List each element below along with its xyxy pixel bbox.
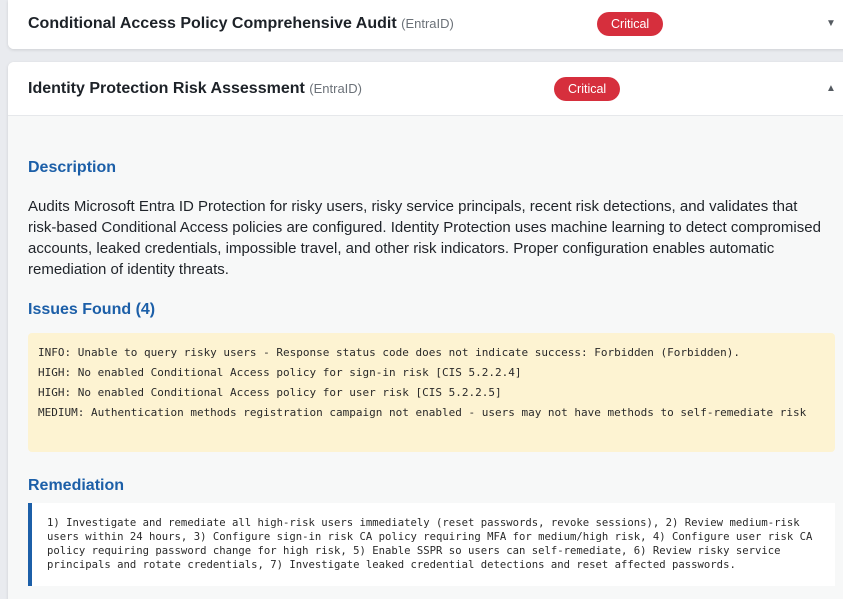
remediation-text: 1) Investigate and remediate all high-ri… — [28, 503, 835, 586]
severity-badge: Critical — [554, 77, 621, 101]
check-title: Identity Protection Risk Assessment (Ent… — [28, 80, 362, 98]
issue-item: HIGH: No enabled Conditional Access poli… — [38, 386, 502, 399]
platform-label: (EntraID) — [401, 16, 454, 31]
platform-label: (EntraID) — [309, 81, 363, 96]
check-title: Conditional Access Policy Comprehensive … — [28, 15, 454, 33]
issues-list: INFO: Unable to query risky users - Resp… — [28, 333, 835, 452]
check-card-conditional-access: Conditional Access Policy Comprehensive … — [8, 0, 843, 49]
check-card-identity-protection: Identity Protection Risk Assessment (Ent… — [8, 62, 843, 599]
caret-up-icon[interactable]: ▲ — [821, 79, 841, 99]
issues-heading: Issues Found (4) — [28, 301, 156, 318]
remediation-heading: Remediation — [28, 477, 125, 494]
issue-item: HIGH: No enabled Conditional Access poli… — [38, 366, 522, 379]
check-title-text: Identity Protection Risk Assessment — [28, 80, 305, 97]
caret-down-icon[interactable]: ▼ — [821, 14, 841, 34]
issue-item: MEDIUM: Authentication methods registrat… — [38, 406, 807, 419]
check-title-text: Conditional Access Policy Comprehensive … — [28, 15, 397, 32]
severity-badge: Critical — [597, 12, 664, 36]
check-card-header[interactable]: Conditional Access Policy Comprehensive … — [8, 0, 843, 49]
issue-item: INFO: Unable to query risky users - Resp… — [38, 346, 740, 359]
description-text: Audits Microsoft Entra ID Protection for… — [28, 198, 821, 278]
description-heading: Description — [28, 159, 117, 176]
check-card-header[interactable]: Identity Protection Risk Assessment (Ent… — [8, 62, 843, 116]
